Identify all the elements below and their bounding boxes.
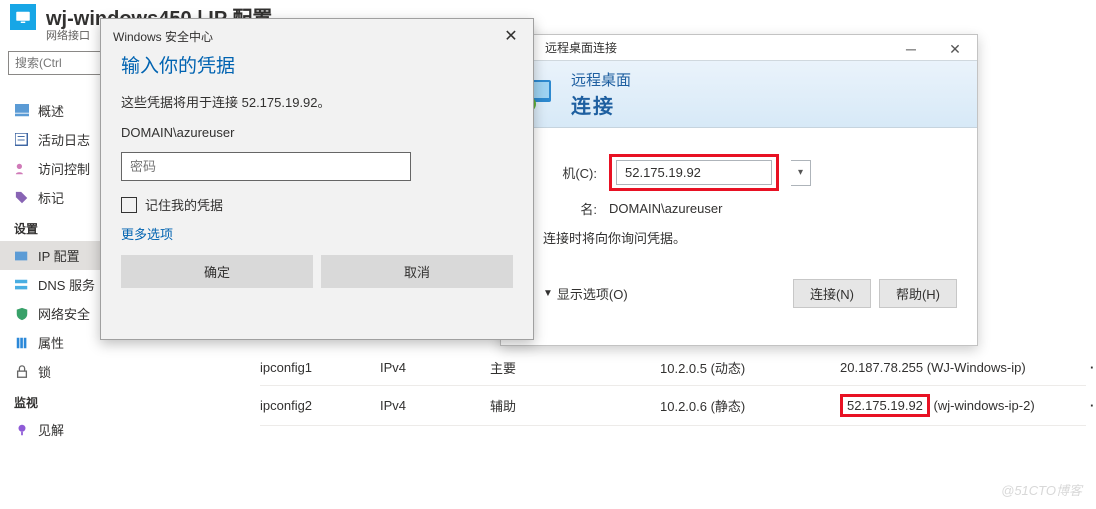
sidebar-item-label: 属性 [38,333,64,352]
winsec-username: DOMAIN\azureuser [121,125,513,140]
winsec-heading: 输入你的凭据 [121,51,513,78]
table-row[interactable]: ipconfig2 IPv4 辅助 10.2.0.6 (静态) 52.175.1… [260,386,1086,426]
highlighted-ip: 52.175.19.92 [840,394,930,417]
rdc-banner-line1: 远程桌面 [571,69,631,90]
rdc-computer-combobox[interactable]: 52.175.19.92 [616,160,772,185]
access-control-icon [14,161,30,177]
cancel-button[interactable]: 取消 [321,255,513,288]
winsec-description: 这些凭据将用于连接 52.175.19.92。 [121,92,513,111]
properties-icon [14,335,30,351]
cell-private-ip: 10.2.0.5 (动态) [660,358,840,377]
sidebar-item-label: 见解 [38,420,64,439]
rdc-username-label: 名: [543,199,597,218]
cell-public-ip: 52.175.19.92 (wj-windows-ip-2) [840,394,1090,417]
rdc-footer: ▼ 显示选项(O) 连接(N) 帮助(H) [501,275,977,320]
cell-public-ip: 20.187.78.255 (WJ-Windows-ip) [840,360,1090,375]
rdc-username-value: DOMAIN\azureuser [609,201,722,216]
row-more-button[interactable]: ··· [1090,398,1096,413]
ip-config-icon [14,248,30,264]
rdc-computer-label: 机(C): [543,163,597,182]
highlighted-host-field: 52.175.19.92 [609,154,779,191]
rdc-help-button[interactable]: 帮助(H) [879,279,957,308]
insights-icon [14,422,30,438]
rdc-body: 机(C): 52.175.19.92 ▾ 名: DOMAIN\azureuser… [501,128,977,275]
more-options-link[interactable]: 更多选项 [121,224,173,243]
cell-version: IPv4 [380,398,490,413]
close-icon[interactable]: ✕ [497,25,525,47]
rdc-connect-button[interactable]: 连接(N) [793,279,871,308]
public-ip-name: (wj-windows-ip-2) [934,398,1035,413]
sidebar-item-label: IP 配置 [38,246,80,265]
minimize-button[interactable]: ─ [889,35,933,63]
rdc-window: 远程桌面连接 ─ ✕ 远程桌面 连接 机(C): 52.175.19.92 ▾ … [500,34,978,346]
close-button[interactable]: ✕ [933,35,977,63]
table-row[interactable]: ipconfig1 IPv4 主要 10.2.0.5 (动态) 20.187.7… [260,350,1086,386]
rdc-banner-line2: 连接 [571,90,631,119]
chevron-down-icon: ▼ [543,288,553,299]
rdc-title-text: 远程桌面连接 [545,39,617,56]
chevron-down-icon[interactable]: ▾ [791,160,811,186]
rdc-note: 连接时将向你询问凭据。 [543,228,947,247]
tags-icon [14,190,30,206]
windows-security-dialog: Windows 安全中心 ✕ 输入你的凭据 这些凭据将用于连接 52.175.1… [100,18,534,340]
cell-role: 辅助 [490,396,660,415]
sidebar-item-locks[interactable]: 锁 [0,357,220,386]
winsec-body: 输入你的凭据 这些凭据将用于连接 52.175.19.92。 DOMAIN\az… [101,47,533,300]
cell-name: ipconfig2 [260,398,380,413]
cell-version: IPv4 [380,360,490,375]
password-field[interactable] [121,152,411,181]
cell-name: ipconfig1 [260,360,380,375]
sidebar-section-monitor: 监视 [0,386,220,415]
shield-icon [14,306,30,322]
remember-label: 记住我的凭据 [145,195,223,214]
dns-icon [14,277,30,293]
rdc-banner-text: 远程桌面 连接 [571,69,631,119]
row-more-button[interactable]: ··· [1090,360,1096,375]
sidebar-item-label: 访问控制 [38,159,90,178]
sidebar-item-label: 标记 [38,188,64,207]
rdc-titlebar[interactable]: 远程桌面连接 ─ ✕ [501,35,977,60]
watermark: @51CTO博客 [1001,480,1082,499]
winsec-titlebar[interactable]: Windows 安全中心 ✕ [101,19,533,47]
remember-checkbox[interactable]: 记住我的凭据 [121,195,513,214]
sidebar-item-label: 概述 [38,101,64,120]
lock-icon [14,364,30,380]
overview-icon [14,103,30,119]
winsec-title-text: Windows 安全中心 [113,28,213,45]
cell-private-ip: 10.2.0.6 (静态) [660,396,840,415]
sidebar-item-label: DNS 服务 [38,275,95,294]
ok-button[interactable]: 确定 [121,255,313,288]
ipconfig-table: ipconfig1 IPv4 主要 10.2.0.5 (动态) 20.187.7… [260,350,1086,426]
rdc-show-options-label: 显示选项(O) [557,284,628,303]
rdc-banner: 远程桌面 连接 [501,60,977,128]
sidebar-item-label: 锁 [38,362,51,381]
sidebar-item-label: 网络安全 [38,304,90,323]
sidebar-item-label: 活动日志 [38,130,90,149]
network-interface-icon [10,4,36,30]
sidebar-item-insights[interactable]: 见解 [0,415,220,444]
cell-role: 主要 [490,358,660,377]
rdc-show-options[interactable]: ▼ 显示选项(O) [543,284,628,303]
checkbox-icon [121,197,137,213]
activity-log-icon [14,132,30,148]
